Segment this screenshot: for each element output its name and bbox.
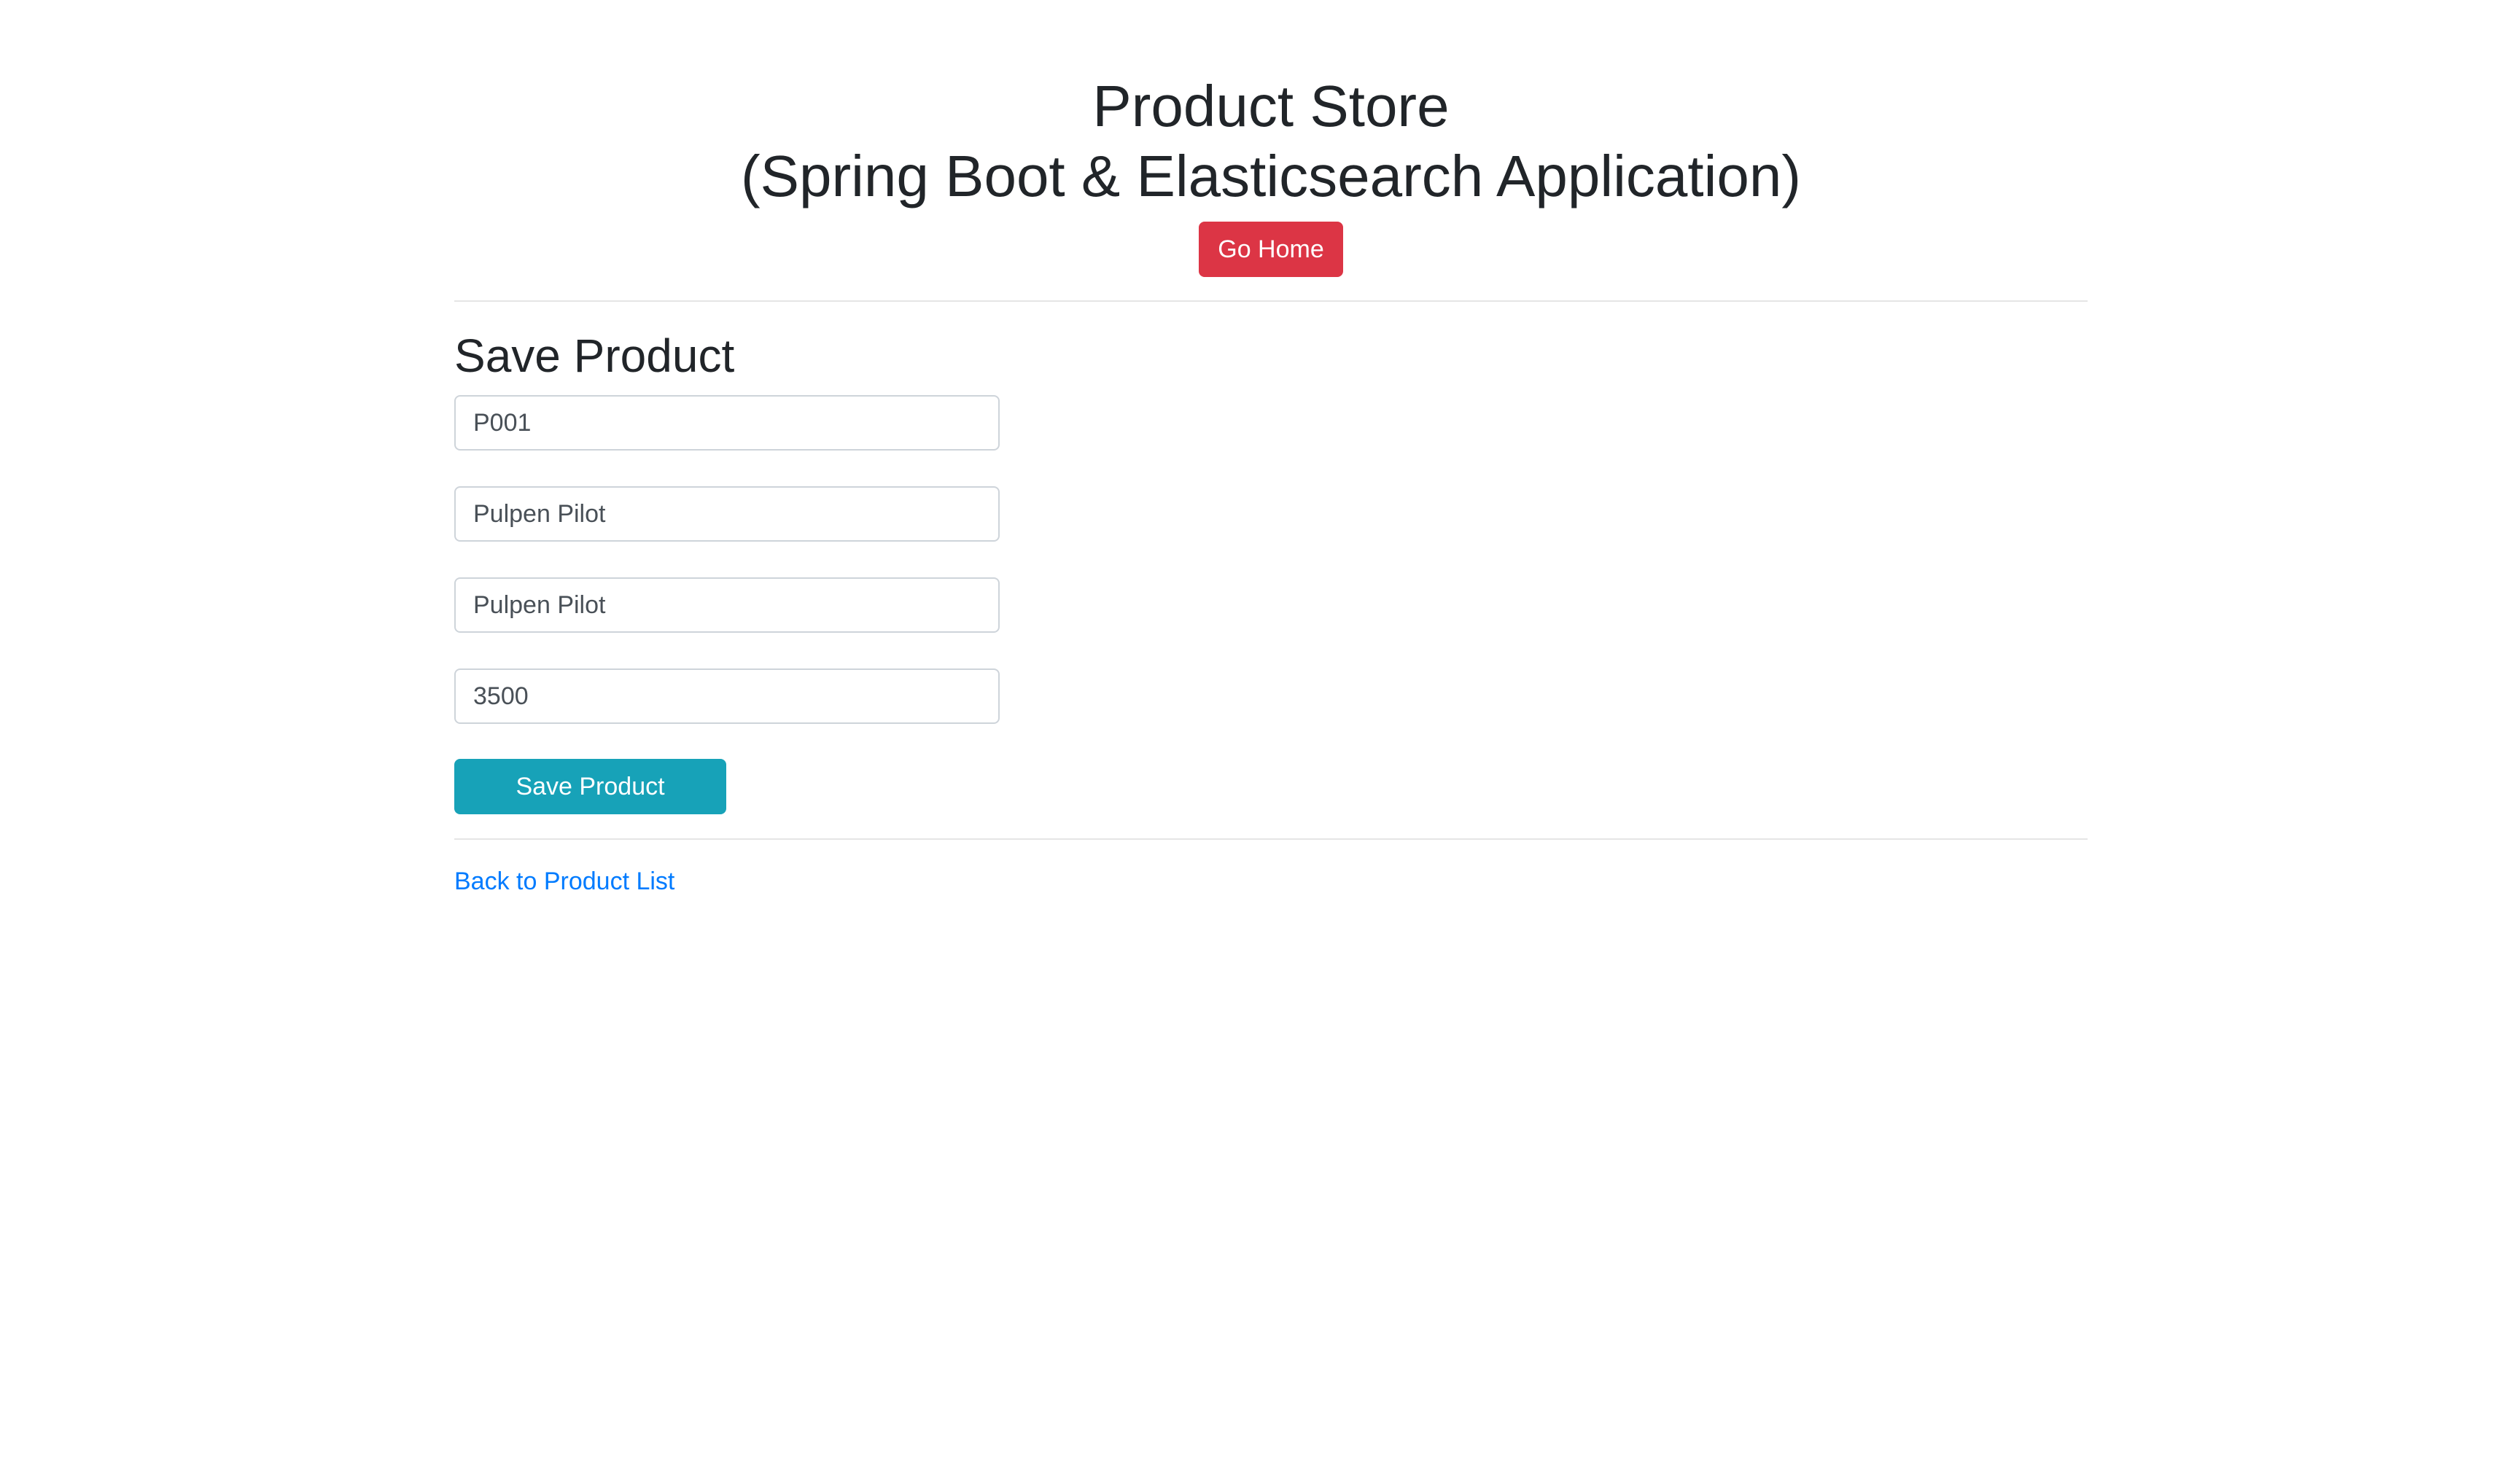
footer-divider (454, 838, 2088, 840)
product-description-field[interactable] (454, 577, 1000, 633)
form-title: Save Product (454, 330, 735, 382)
page-subtitle: (Spring Boot & Elasticsearch Application… (740, 144, 1802, 208)
save-product-form: Save Product (454, 395, 2088, 814)
main-container: Product Store (Spring Boot & Elasticsear… (454, 0, 2088, 896)
product-name-field[interactable] (454, 486, 1000, 542)
go-home-button[interactable]: Go Home (1199, 222, 1343, 277)
header-divider (454, 300, 2088, 302)
product-price-field[interactable] (454, 668, 1000, 724)
page: Product Store (Spring Boot & Elasticsear… (0, 0, 2520, 1466)
back-to-product-list-link[interactable]: Back to Product List (454, 867, 674, 896)
page-title: Product Store (1092, 74, 1450, 139)
product-id-field[interactable] (454, 395, 1000, 451)
save-product-button[interactable]: Save Product (454, 759, 726, 814)
page-header: Product Store (Spring Boot & Elasticsear… (454, 0, 2088, 277)
